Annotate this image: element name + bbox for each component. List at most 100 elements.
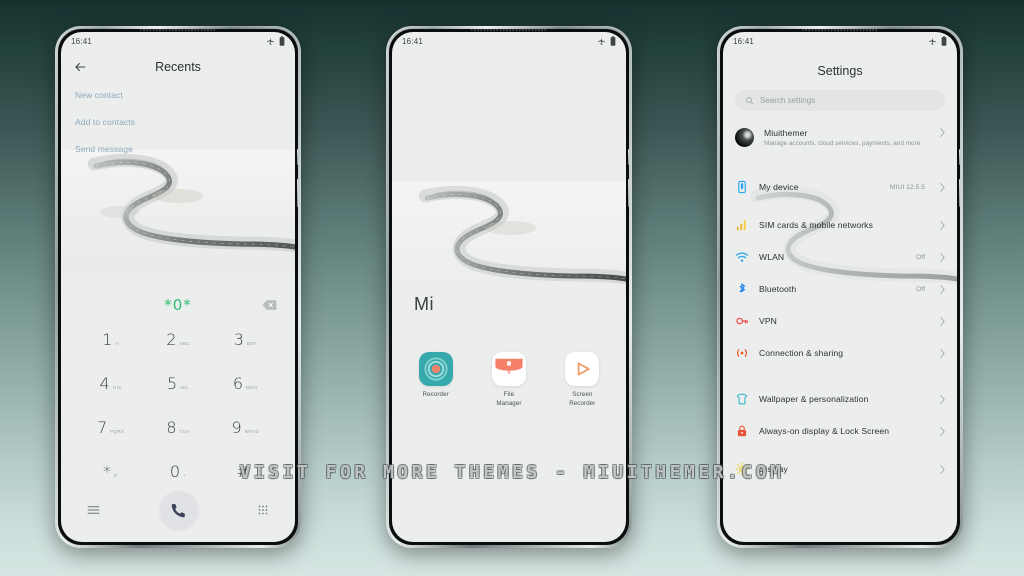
settings-label: Always-on display & Lock Screen xyxy=(759,426,890,436)
earpiece-speaker xyxy=(140,29,216,31)
wallpaper-road-image xyxy=(61,150,295,270)
dial-key-1[interactable]: 1 ∞ xyxy=(77,330,144,374)
settings-row-always-on-display[interactable]: Always-on display & Lock Screen xyxy=(735,419,945,443)
dial-key-2[interactable]: 2 ABC xyxy=(144,330,211,374)
side-button-power[interactable] xyxy=(297,149,298,165)
key-letters: PQRS xyxy=(110,429,125,434)
settings-row-bluetooth[interactable]: Bluetooth Off xyxy=(735,277,945,301)
dial-key-8[interactable]: 8 TUV xyxy=(144,418,211,462)
dialer-quick-actions: New contact Add to contacts Send message xyxy=(61,84,295,154)
page-title: Settings xyxy=(817,64,863,78)
airplane-mode-icon xyxy=(929,37,936,45)
action-new-contact[interactable]: New contact xyxy=(75,90,281,100)
key-icon xyxy=(736,317,748,325)
settings-label: Connection & sharing xyxy=(759,348,844,358)
dial-key-5[interactable]: 5 JKL xyxy=(144,374,211,418)
folder-label: Mi xyxy=(414,294,434,314)
call-button[interactable] xyxy=(159,491,198,529)
search-settings-bar[interactable]: Search settings xyxy=(735,90,945,111)
status-icons xyxy=(266,36,285,46)
action-send-message[interactable]: Send message xyxy=(75,144,281,154)
dialed-number: *0* xyxy=(164,296,192,314)
settings-row-connection-sharing[interactable]: Connection & sharing xyxy=(735,341,945,365)
dialer-header: Recents xyxy=(61,50,295,84)
chevron-right-icon xyxy=(940,128,945,137)
search-icon xyxy=(746,97,754,105)
app-screen-recorder[interactable]: Screen Recorder xyxy=(557,352,608,409)
chevron-right-icon xyxy=(940,220,945,230)
battery-icon xyxy=(610,36,616,46)
settings-row-vpn[interactable]: VPN xyxy=(735,309,945,333)
app-file-manager[interactable]: File Manager xyxy=(483,352,534,409)
signal-bars-icon xyxy=(736,220,746,231)
battery-icon xyxy=(279,36,285,46)
file-manager-app-icon xyxy=(491,352,526,386)
settings-label: My device xyxy=(759,182,799,192)
key-letters: MNO xyxy=(246,385,258,390)
battery-icon xyxy=(941,36,947,46)
settings-value: Off xyxy=(916,253,925,261)
settings-label: VPN xyxy=(759,316,777,326)
phone1-status-bar: 16:41 xyxy=(61,32,295,50)
settings-row-account[interactable]: Miuithemer Manage accounts, cloud servic… xyxy=(735,125,945,161)
dial-display: *0* xyxy=(61,290,295,320)
key-letters: WXYZ xyxy=(244,429,260,434)
key-digit: 2 xyxy=(166,330,177,349)
account-avatar xyxy=(735,128,754,147)
settings-list: Miuithemer Manage accounts, cloud servic… xyxy=(723,125,957,481)
status-time: 16:41 xyxy=(402,36,424,46)
dial-key-3[interactable]: 3 DEF xyxy=(212,330,279,374)
chevron-right-icon xyxy=(940,316,945,326)
chevron-right-icon xyxy=(940,182,945,192)
key-letters: TUV xyxy=(179,429,190,434)
backspace-icon[interactable] xyxy=(262,300,277,311)
hamburger-menu-icon[interactable] xyxy=(87,505,100,515)
side-button-power[interactable] xyxy=(628,149,629,165)
key-digit: 3 xyxy=(233,330,244,349)
settings-label: SIM cards & mobile networks xyxy=(759,220,873,230)
wallpaper-road-image xyxy=(392,182,626,302)
dial-key-7[interactable]: 7 PQRS xyxy=(77,418,144,462)
settings-row-wallpaper[interactable]: Wallpaper & personalization xyxy=(735,387,945,411)
action-add-to-contacts[interactable]: Add to contacts xyxy=(75,117,281,127)
search-input[interactable]: Search settings xyxy=(760,96,815,105)
screen-recorder-app-icon xyxy=(565,352,600,386)
key-digit: 1 xyxy=(102,330,113,349)
settings-label: WLAN xyxy=(759,252,785,262)
settings-row-wlan[interactable]: WLAN Off xyxy=(735,245,945,269)
status-time: 16:41 xyxy=(71,36,93,46)
bluetooth-icon xyxy=(739,283,745,293)
earpiece-speaker xyxy=(802,29,878,31)
key-letters: GHI xyxy=(112,385,122,390)
earpiece-speaker xyxy=(471,29,547,31)
side-button-volume[interactable] xyxy=(297,179,298,207)
dial-key-6[interactable]: 6 MNO xyxy=(212,374,279,418)
phone2-status-bar: 16:41 xyxy=(392,32,626,50)
status-icons xyxy=(928,36,947,46)
account-name: Miuithemer xyxy=(764,128,808,138)
chevron-right-icon xyxy=(940,284,945,294)
side-button-power[interactable] xyxy=(959,149,960,165)
side-button-volume[interactable] xyxy=(959,179,960,207)
settings-value: Off xyxy=(916,285,925,293)
dialer-bottom-bar xyxy=(61,486,295,534)
account-text: Miuithemer Manage accounts, cloud servic… xyxy=(764,128,930,149)
dialpad-grid-icon[interactable] xyxy=(257,504,269,516)
app-label: Recorder xyxy=(422,391,449,398)
side-button-volume[interactable] xyxy=(628,179,629,207)
settings-row-sim-cards[interactable]: SIM cards & mobile networks xyxy=(735,213,945,237)
key-letters: ABC xyxy=(179,341,190,346)
lock-screen-icon xyxy=(737,425,747,437)
dial-key-4[interactable]: 4 GHI xyxy=(77,374,144,418)
settings-row-my-device[interactable]: My device MIUI 12.5.5 xyxy=(735,175,945,199)
wallpaper-icon xyxy=(736,393,748,405)
key-digit: 8 xyxy=(166,418,177,437)
app-recorder[interactable]: Recorder xyxy=(410,352,461,409)
dial-key-9[interactable]: 9 WXYZ xyxy=(212,418,279,462)
